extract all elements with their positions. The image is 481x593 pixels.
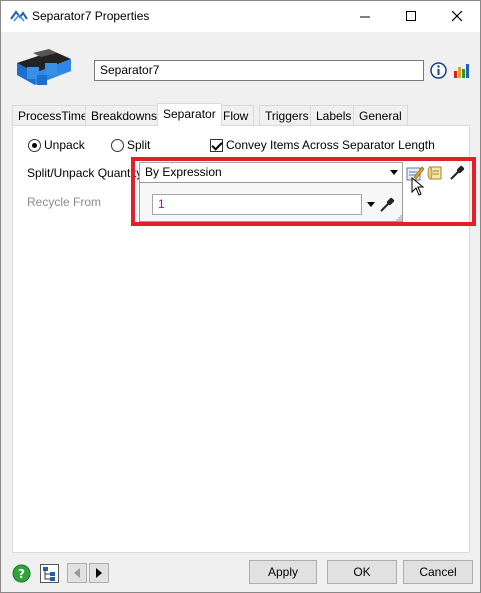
split-unpack-quantity-label: Split/Unpack Quantity (27, 166, 143, 180)
title-bar: Separator7 Properties (1, 1, 480, 32)
tab-triggers[interactable]: Triggers (259, 105, 315, 125)
tab-breakdowns[interactable]: Breakdowns (85, 105, 164, 125)
app-logo-icon (10, 10, 28, 22)
convey-items-checkbox[interactable]: Convey Items Across Separator Length (210, 138, 435, 152)
minimize-icon (359, 16, 370, 18)
arrow-left-icon (74, 568, 80, 578)
cancel-button[interactable]: Cancel (403, 560, 473, 584)
ok-button[interactable]: OK (327, 560, 397, 584)
svg-text:?: ? (18, 567, 25, 581)
window-title: Separator7 Properties (32, 9, 150, 23)
mouse-cursor-icon (411, 177, 425, 196)
tree-view-icon[interactable] (40, 564, 59, 583)
split-radio-label: Split (127, 138, 151, 152)
info-icon[interactable] (430, 62, 447, 79)
close-icon (451, 11, 462, 22)
convey-items-label: Convey Items Across Separator Length (226, 138, 435, 152)
tab-flow[interactable]: Flow (217, 105, 255, 125)
tab-general[interactable]: General (353, 105, 408, 125)
recycle-from-label: Recycle From (27, 195, 102, 209)
tab-separator[interactable]: Separator (157, 103, 222, 126)
previous-button[interactable] (67, 563, 87, 583)
radio-selected-indicator (28, 138, 41, 152)
close-button[interactable] (434, 1, 480, 32)
unpack-radio-label: Unpack (44, 138, 85, 152)
split-radio[interactable]: Split (111, 138, 150, 152)
next-button[interactable] (89, 563, 109, 583)
dialog-footer: ? Apply OK Cancel (1, 554, 480, 592)
object-name-input[interactable]: Separator7 (94, 60, 424, 81)
radio-unselected-indicator (111, 138, 124, 152)
maximize-button[interactable] (388, 1, 434, 32)
tab-labels[interactable]: Labels (310, 105, 358, 125)
checkbox-checked-indicator (210, 138, 223, 152)
maximize-icon (405, 11, 416, 21)
help-icon[interactable]: ? (12, 564, 31, 583)
apply-button[interactable]: Apply (249, 560, 317, 584)
separator-object-icon (17, 49, 71, 85)
properties-window: Separator7 Properties Separator7 Process (0, 0, 481, 593)
minimize-button[interactable] (342, 1, 388, 32)
statistics-chart-icon[interactable] (453, 62, 470, 79)
unpack-radio[interactable]: Unpack (28, 138, 85, 152)
arrow-right-icon (96, 568, 102, 578)
